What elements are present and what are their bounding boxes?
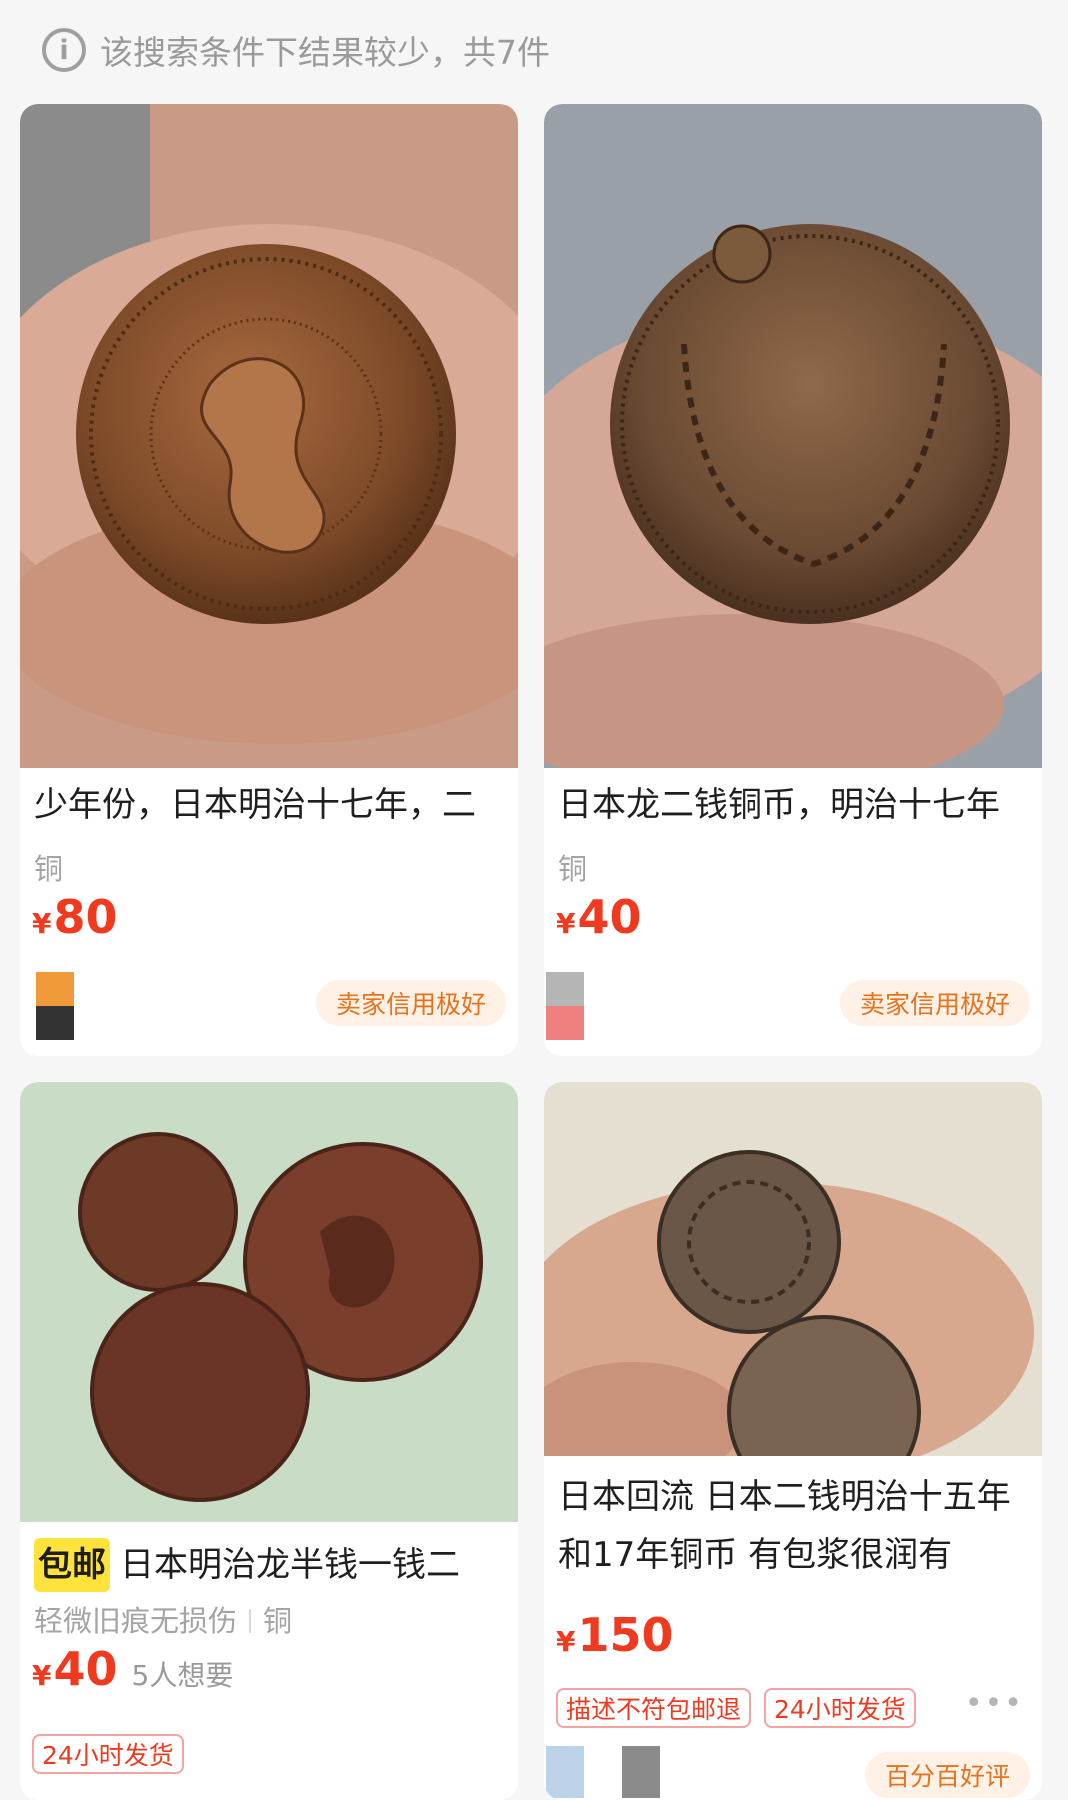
- free-shipping-badge: 包邮: [34, 1538, 110, 1592]
- seller-avatar[interactable]: [546, 1746, 584, 1798]
- product-card-4[interactable]: 日本回流 日本二钱明治十五年和17年铜币 有包浆很润有 ¥150 描述不符包邮退…: [544, 1082, 1042, 1800]
- want-count: 5人想要: [131, 1659, 234, 1692]
- seller-avatar[interactable]: [546, 972, 584, 1040]
- product-price: ¥40 5人想要: [32, 1642, 234, 1696]
- fast-shipping-tag: 24小时发货: [764, 1688, 916, 1728]
- product-title: 包邮 日本明治龙半钱一钱二: [34, 1538, 508, 1592]
- refund-guarantee-tag: 描述不符包邮退: [556, 1688, 752, 1728]
- seller-credit-badge: 卖家信用极好: [839, 980, 1030, 1026]
- seller-credit-badge: 卖家信用极好: [315, 980, 506, 1026]
- product-price: ¥150: [556, 1608, 674, 1662]
- product-title: 日本回流 日本二钱明治十五年和17年铜币 有包浆很润有: [558, 1477, 1011, 1575]
- product-image[interactable]: [20, 1082, 518, 1522]
- product-image[interactable]: [544, 1082, 1042, 1456]
- seller-credit-badge: 百分百好评: [864, 1752, 1030, 1798]
- product-card-3[interactable]: 包邮 日本明治龙半钱一钱二 轻微旧痕无损伤铜 ¥40 5人想要 24小时发货: [20, 1082, 518, 1800]
- product-price: ¥80: [32, 890, 118, 944]
- more-options-icon[interactable]: •••: [965, 1686, 1024, 1721]
- notice-text: 该搜索条件下结果较少，共7件: [100, 33, 550, 72]
- product-image[interactable]: [20, 104, 518, 768]
- product-title: 日本龙二钱铜币，明治十七年: [558, 785, 1000, 825]
- product-card-2[interactable]: 日本龙二钱铜币，明治十七年 铜 ¥40 卖家信用极好: [544, 104, 1042, 1056]
- product-material: 铜: [558, 852, 588, 886]
- product-image[interactable]: [544, 104, 1042, 768]
- product-condition: 轻微旧痕无损伤铜: [34, 1604, 293, 1638]
- product-price: ¥40: [556, 890, 642, 944]
- product-material: 铜: [34, 852, 64, 886]
- product-card-1[interactable]: 少年份，日本明治十七年，二 铜 ¥80 卖家信用极好: [20, 104, 518, 1056]
- result-notice: i 该搜索条件下结果较少，共7件: [0, 0, 1068, 100]
- seller-avatar[interactable]: [36, 972, 74, 1040]
- info-icon: i: [42, 28, 86, 72]
- fast-shipping-tag: 24小时发货: [32, 1734, 184, 1774]
- product-title: 少年份，日本明治十七年，二: [34, 785, 476, 825]
- seller-avatar-secondary: [622, 1746, 660, 1798]
